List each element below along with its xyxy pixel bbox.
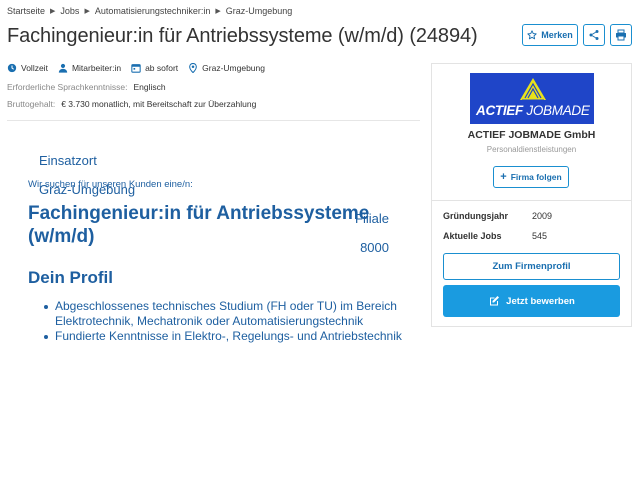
merken-label: Merken bbox=[541, 30, 573, 40]
breadcrumb-startseite[interactable]: Startseite bbox=[7, 6, 45, 16]
logo-text: ACTIEF JOBMADE bbox=[476, 103, 590, 118]
follow-company-button[interactable]: + Firma folgen bbox=[493, 166, 569, 188]
chevron-right-icon: ▶ bbox=[215, 8, 221, 15]
company-logo[interactable]: ACTIEF JOBMADE bbox=[470, 73, 594, 124]
stat-current-jobs: Aktuelle Jobs 545 bbox=[443, 231, 548, 241]
page-title: Fachingenieur:in für Antriebssysteme (w/… bbox=[7, 25, 478, 47]
fact-employment: Vollzeit bbox=[7, 63, 48, 73]
star-icon bbox=[527, 30, 537, 40]
chevron-right-icon: ▶ bbox=[84, 8, 90, 15]
company-category: Personaldienstleistungen bbox=[486, 145, 577, 154]
breadcrumb-category[interactable]: Automatisierungstechniker:in bbox=[95, 6, 211, 16]
share-icon bbox=[589, 30, 599, 40]
fact-start: ab sofort bbox=[131, 63, 178, 73]
fact-role: Mitarbeiter:in bbox=[58, 63, 121, 73]
company-card: ACTIEF JOBMADE ACTIEF JOBMADE GmbH Perso… bbox=[431, 63, 632, 327]
plus-icon: + bbox=[500, 171, 507, 183]
chevron-right-icon: ▶ bbox=[50, 8, 56, 15]
person-icon bbox=[58, 63, 68, 73]
apply-button[interactable]: Jetzt bewerben bbox=[443, 285, 620, 317]
printer-icon bbox=[616, 29, 626, 41]
ad-title: Fachingenieur:in für Antriebssysteme (w/… bbox=[28, 203, 370, 247]
list-item: Abgeschlossenes technisches Studium (FH … bbox=[40, 299, 410, 329]
location-pin-icon bbox=[189, 63, 198, 73]
merken-button[interactable]: Merken bbox=[522, 24, 578, 46]
breadcrumb-location[interactable]: Graz-Umgebung bbox=[226, 6, 293, 16]
profile-list: Abgeschlossenes technisches Studium (FH … bbox=[40, 299, 410, 344]
edit-icon bbox=[490, 296, 500, 306]
divider bbox=[7, 120, 420, 121]
company-profile-button[interactable]: Zum Firmenprofil bbox=[443, 253, 620, 280]
logo-mark-icon bbox=[520, 78, 546, 101]
breadcrumb: Startseite ▶ Jobs ▶ Automatisierungstech… bbox=[7, 6, 292, 16]
fact-location: Graz-Umgebung bbox=[188, 63, 265, 73]
salary: Bruttogehalt: € 3.730 monatlich, mit Bere… bbox=[7, 99, 257, 109]
divider bbox=[432, 200, 631, 201]
print-button[interactable] bbox=[610, 24, 632, 46]
language-requirement: Erforderliche Sprachkenntnisse: Englisch bbox=[7, 82, 166, 92]
ad-intro: Wir suchen für unseren Kunden eine/n: bbox=[28, 179, 193, 190]
share-button[interactable] bbox=[583, 24, 605, 46]
breadcrumb-jobs[interactable]: Jobs bbox=[60, 6, 79, 16]
job-facts: Vollzeit Mitarbeiter:in ab sofort Graz-U… bbox=[7, 63, 275, 73]
company-name[interactable]: ACTIEF JOBMADE GmbH bbox=[432, 129, 631, 141]
calendar-icon bbox=[131, 64, 141, 73]
list-item: Fundierte Kenntnisse in Elektro-, Regelu… bbox=[40, 329, 410, 344]
profile-heading: Dein Profil bbox=[28, 268, 114, 287]
stat-founded: Gründungsjahr 2009 bbox=[443, 211, 553, 221]
einsatzort-label: Einsatzort bbox=[39, 153, 97, 168]
clock-icon bbox=[7, 63, 17, 73]
